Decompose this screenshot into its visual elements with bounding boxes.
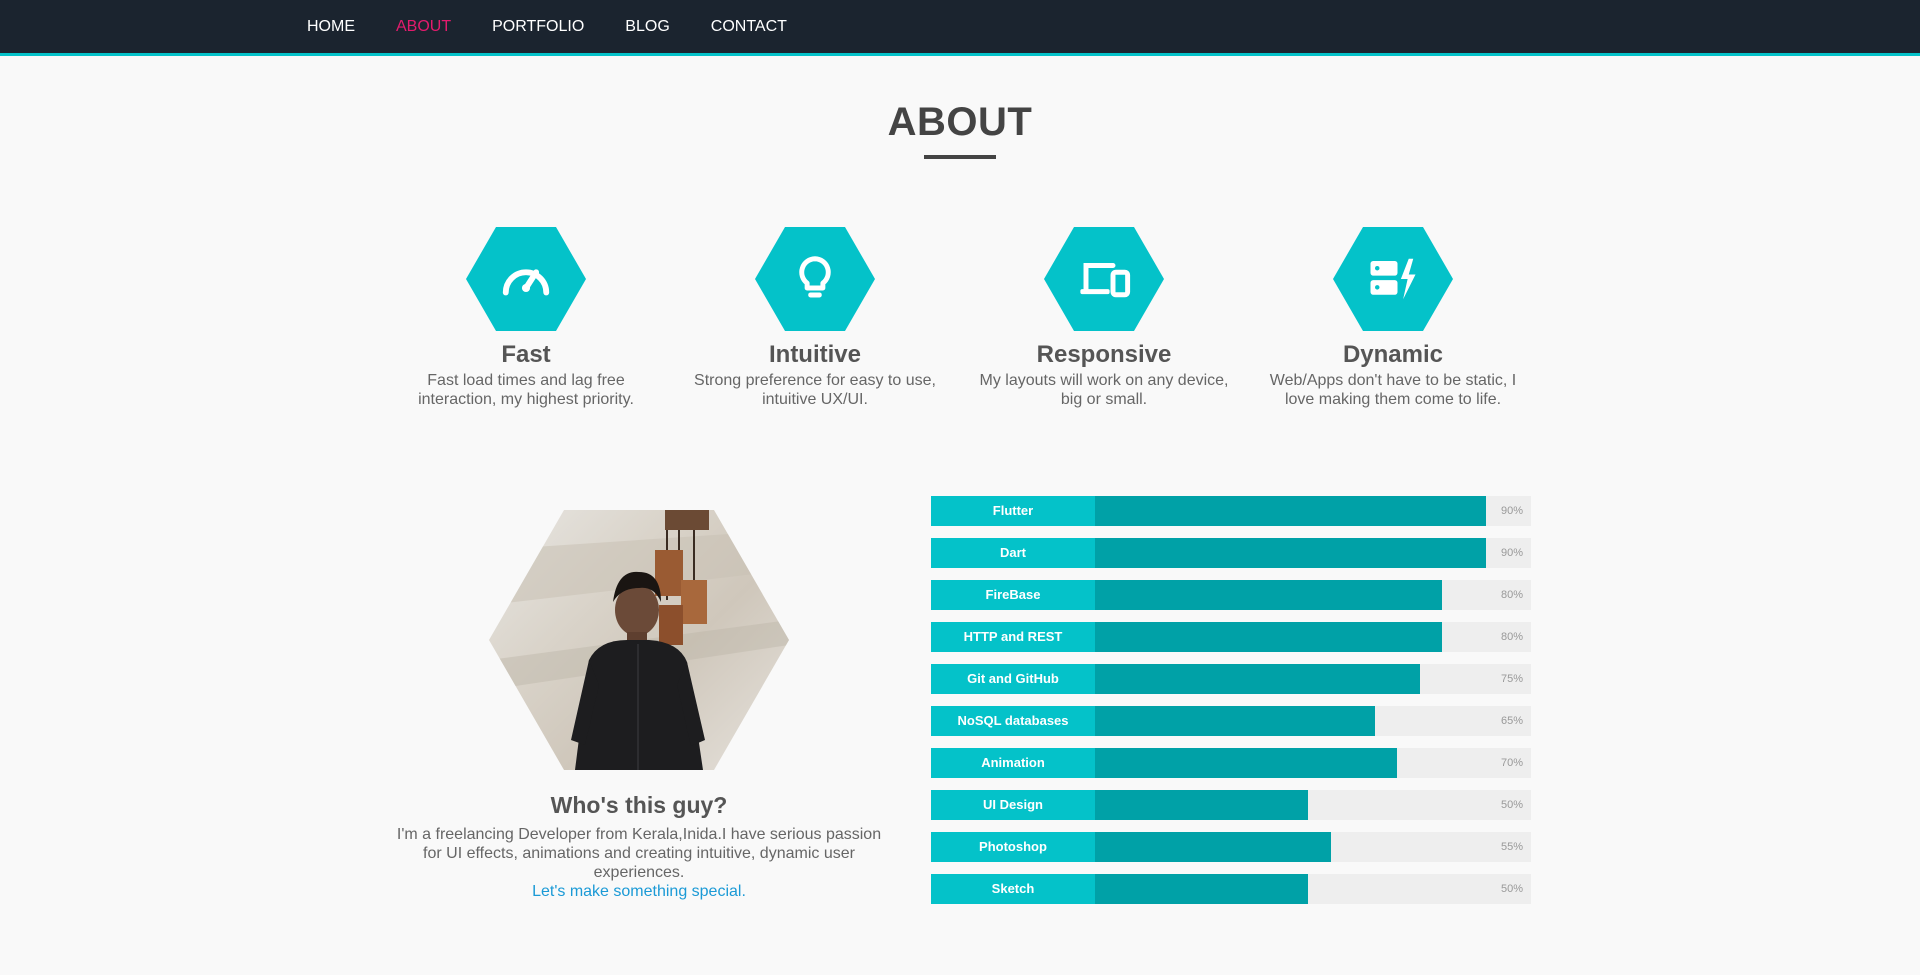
- skill-label: NoSQL databases: [931, 706, 1095, 736]
- feature-description: My layouts will work on any device, big …: [979, 372, 1229, 408]
- skill-level-fill: [1095, 496, 1486, 526]
- skill-percentage: 90%: [1500, 547, 1523, 559]
- skill-label: Git and GitHub: [931, 664, 1095, 694]
- feature-intuitive: Intuitive Strong preference for easy to …: [685, 227, 945, 409]
- nav-item-home[interactable]: HOME: [307, 0, 355, 53]
- skill-label: Sketch: [931, 874, 1095, 904]
- page-title: ABOUT: [887, 100, 1033, 144]
- skill-label: Dart: [931, 538, 1095, 568]
- skill-percentage: 75%: [1500, 673, 1523, 685]
- nav-item-blog[interactable]: BLOG: [625, 0, 669, 53]
- skill-level-fill: [1095, 748, 1397, 778]
- skills-list: Flutter 90% Dart 90% FireBase 80% HTTP and RES…: [931, 496, 1531, 916]
- contact-cta-link[interactable]: Let's make something special.: [389, 883, 889, 901]
- skill-level-fill: [1095, 874, 1308, 904]
- top-navbar: HOME ABOUT PORTFOLIO BLOG CONTACT: [0, 0, 1920, 56]
- skill-label: HTTP and REST: [931, 622, 1095, 652]
- skill-percentage: 55%: [1500, 841, 1523, 853]
- nav-item-portfolio[interactable]: PORTFOLIO: [492, 0, 584, 53]
- skill-bar: UI Design 50%: [931, 790, 1531, 820]
- feature-responsive: Responsive My layouts will work on any d…: [974, 227, 1234, 409]
- server-bolt-icon: [1370, 258, 1416, 300]
- skill-label: UI Design: [931, 790, 1095, 820]
- profile-description: I'm a freelancing Developer from Kerala,…: [396, 826, 882, 881]
- title-underline: [924, 155, 996, 159]
- skill-percentage: 70%: [1500, 757, 1523, 769]
- lightbulb-icon: [799, 256, 831, 298]
- skill-bar: FireBase 80%: [931, 580, 1531, 610]
- feature-hexagon: [1044, 227, 1164, 331]
- skill-level-fill: [1095, 790, 1308, 820]
- skill-bar: Sketch 50%: [931, 874, 1531, 904]
- nav-menu: HOME ABOUT PORTFOLIO BLOG CONTACT: [307, 0, 828, 53]
- profile-photo: [489, 510, 789, 770]
- skill-percentage: 50%: [1500, 799, 1523, 811]
- skill-level-fill: [1095, 538, 1486, 568]
- profile-title: Who's this guy?: [550, 792, 728, 818]
- speedometer-icon: [502, 269, 550, 296]
- skill-label: Animation: [931, 748, 1095, 778]
- feature-description: Strong preference for easy to use, intui…: [694, 372, 936, 408]
- skill-percentage: 90%: [1500, 505, 1523, 517]
- feature-title: Intuitive: [768, 341, 861, 368]
- skill-percentage: 65%: [1500, 715, 1523, 727]
- feature-dynamic: Dynamic Web/Apps don't have to be static…: [1263, 227, 1523, 409]
- skill-bar: Animation 70%: [931, 748, 1531, 778]
- skill-label: Photoshop: [931, 832, 1095, 862]
- skill-bar: HTTP and REST 80%: [931, 622, 1531, 652]
- feature-hexagon: [755, 227, 875, 331]
- feature-description: Fast load times and lag free interaction…: [418, 372, 634, 408]
- skill-label: Flutter: [931, 496, 1095, 526]
- feature-hexagon: [1333, 227, 1453, 331]
- skill-bar: Dart 90%: [931, 538, 1531, 568]
- feature-description: Web/Apps don't have to be static, I love…: [1269, 372, 1517, 408]
- feature-hexagon: [466, 227, 586, 331]
- skill-bar: Git and GitHub 75%: [931, 664, 1531, 694]
- feature-title: Responsive: [1036, 341, 1172, 368]
- skill-level-fill: [1095, 580, 1442, 610]
- skill-percentage: 80%: [1500, 589, 1523, 601]
- skill-level-fill: [1095, 706, 1375, 736]
- skill-percentage: 80%: [1500, 631, 1523, 643]
- devices-icon: [1080, 263, 1131, 298]
- skill-percentage: 50%: [1500, 883, 1523, 895]
- skill-bar: NoSQL databases 65%: [931, 706, 1531, 736]
- profile-photo-illustration: [489, 510, 789, 770]
- skill-level-fill: [1095, 832, 1331, 862]
- feature-fast: Fast Fast load times and lag free intera…: [396, 227, 656, 409]
- skill-label: FireBase: [931, 580, 1095, 610]
- skill-bar: Photoshop 55%: [931, 832, 1531, 862]
- nav-item-about[interactable]: ABOUT: [396, 0, 451, 53]
- skill-level-fill: [1095, 664, 1420, 694]
- skill-bar: Flutter 90%: [931, 496, 1531, 526]
- skill-level-fill: [1095, 622, 1442, 652]
- nav-item-contact[interactable]: CONTACT: [711, 0, 787, 53]
- feature-title: Fast: [501, 341, 551, 368]
- feature-title: Dynamic: [1342, 341, 1444, 368]
